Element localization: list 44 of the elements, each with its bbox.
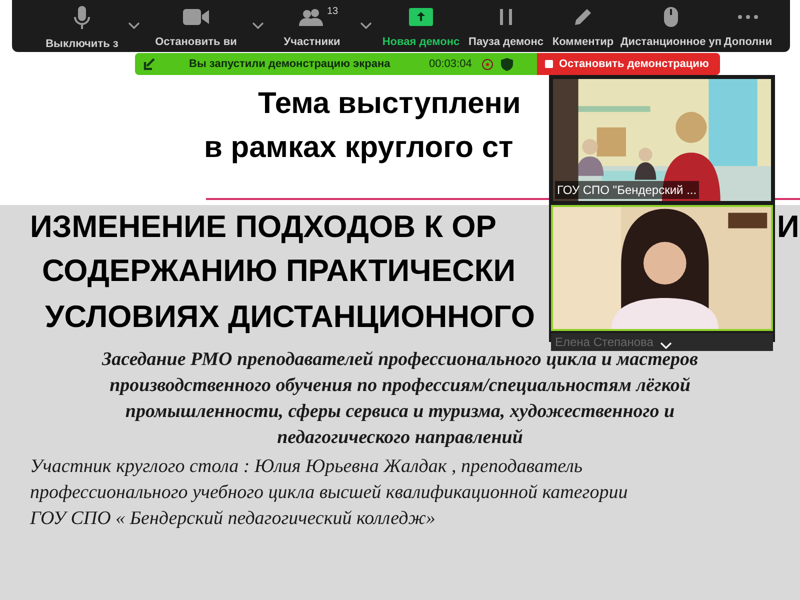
slide-subtitle: промышленности, сферы сервиса и туризма, художественного и: [125, 400, 675, 424]
slide-heading: ИЗМЕНЕНИЕ ПОДХОДОВ К ОР: [30, 208, 496, 246]
share-timer: 00:03:04: [429, 56, 472, 72]
people-icon: [299, 8, 325, 26]
toolbar-button[interactable]: Дополни: [724, 0, 772, 50]
pencil-icon: [573, 6, 593, 27]
arrow-icon: [143, 58, 155, 70]
caret-icon: [128, 22, 140, 30]
slide-title: Тема выступлени: [258, 86, 521, 122]
participant-name: ГОУ СПО "Бендерский ...: [555, 181, 699, 199]
slide-text: Участник круглого стола : Юлия Юрьевна Жалдак , преподаватель: [30, 455, 584, 479]
toolbar-button[interactable]: Выключить з: [42, 0, 122, 50]
toolbar-button[interactable]: 13 Участники: [270, 0, 354, 50]
caret-icon: [252, 22, 264, 30]
caret-icon: [360, 22, 372, 30]
slide-subtitle: Заседание РМО преподавателей профессионального цикла и мастеров: [102, 348, 698, 372]
microphone-icon: [74, 6, 90, 30]
record-status-icon: [482, 58, 493, 70]
participant-count: 13: [327, 5, 338, 19]
slide-heading: УСЛОВИЯХ ДИСТАНЦИОННОГО: [45, 298, 535, 336]
more-icon: [737, 14, 759, 20]
stop-icon: [545, 60, 553, 68]
stop-share-button[interactable]: Остановить демонстрацию: [537, 53, 720, 75]
share-status-message: Вы запустили демонстрацию экрана: [189, 56, 392, 72]
slide-heading: СОДЕРЖАНИЮ ПРАКТИЧЕСКИ: [42, 252, 516, 290]
toolbar-button[interactable]: Остановить ви: [146, 0, 246, 50]
mouse-icon: [663, 6, 679, 28]
pause-icon: [498, 8, 514, 26]
shield-icon: [500, 58, 513, 70]
toolbar-button[interactable]: Новая демонс: [378, 0, 464, 50]
toolbar-button[interactable]: Пауза демонс: [464, 0, 548, 50]
video-camera-icon: [183, 8, 209, 26]
slide-text: профессионального учебного цикла высшей квалификационной категории: [30, 481, 628, 505]
participant-name: Елена Степанова: [555, 334, 654, 351]
slide-heading: И: [777, 208, 800, 246]
slide-subtitle: производственного обучения по профессиям/специальностям лёгкой: [110, 374, 690, 398]
toolbar-button[interactable]: Дистанционное уп: [618, 0, 724, 50]
slide-title: в рамках круглого ст: [204, 130, 514, 166]
slide-text: ГОУ СПО « Бендерский педагогический колледж»: [30, 507, 436, 531]
share-screen-icon: [409, 8, 433, 26]
slide-subtitle: педагогического направлений: [277, 426, 523, 450]
toolbar-button[interactable]: Комментир: [548, 0, 618, 50]
chevron-icon: [659, 341, 673, 351]
collapse-button[interactable]: [659, 341, 673, 351]
